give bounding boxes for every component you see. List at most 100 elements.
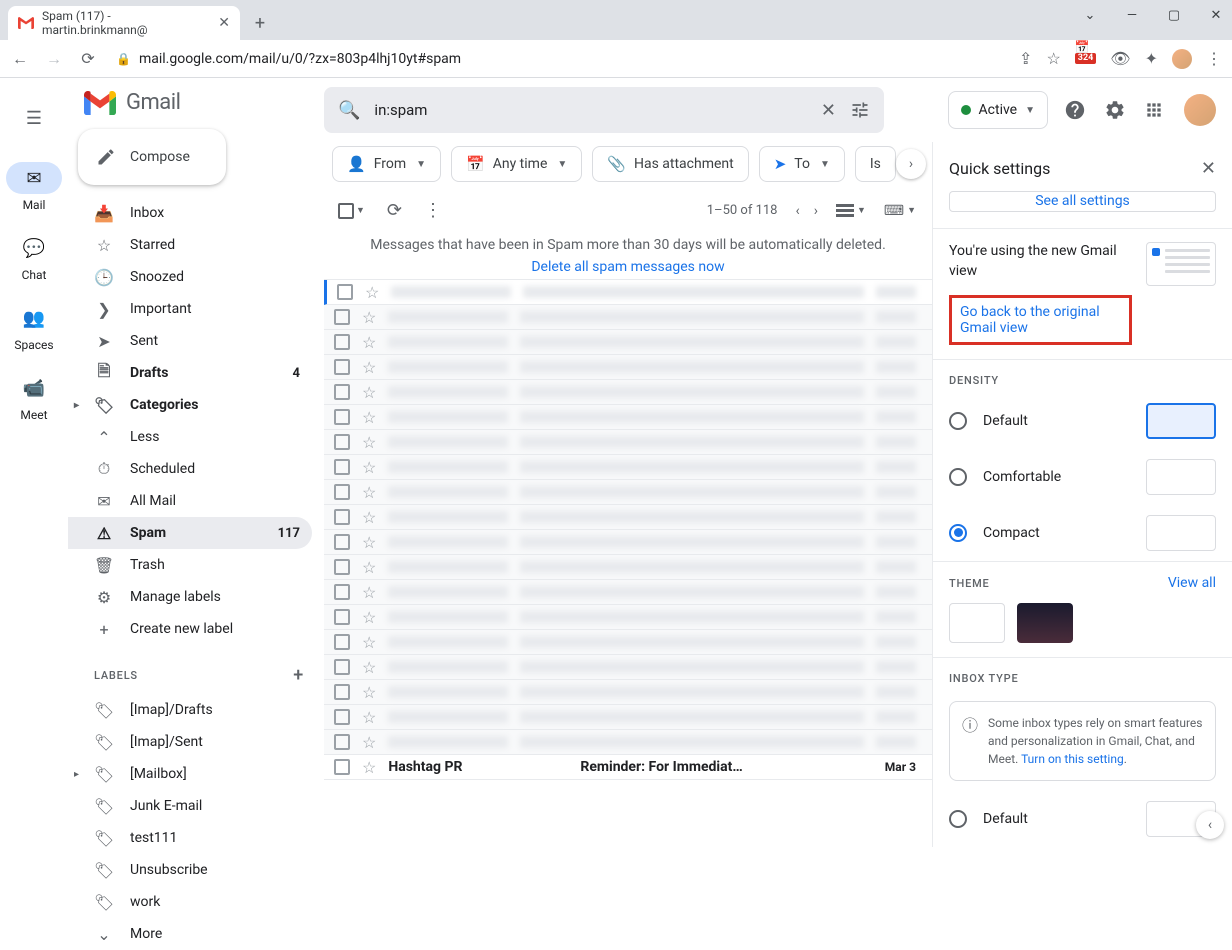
folder-starred[interactable]: ☆Starred — [68, 229, 312, 261]
eye-icon[interactable]: 👁 — [1110, 49, 1130, 68]
theme-view-all-link[interactable]: View all — [1168, 575, 1216, 591]
browser-menu-icon[interactable]: ⋮ — [1206, 49, 1222, 68]
refresh-icon[interactable]: ⟳ — [387, 200, 402, 221]
star-icon[interactable]: ☆ — [362, 333, 376, 352]
star-icon[interactable]: ☆ — [362, 408, 376, 427]
label-unsubscribe[interactable]: 🏷Unsubscribe — [68, 854, 312, 886]
star-icon[interactable]: ☆ — [362, 483, 376, 502]
message-row[interactable]: ☆ — [324, 405, 932, 430]
star-icon[interactable]: ☆ — [362, 558, 376, 577]
folder-spam[interactable]: ⚠Spam117 — [68, 517, 312, 549]
label-junk-e-mail[interactable]: 🏷Junk E-mail — [68, 790, 312, 822]
folder-trash[interactable]: 🗑Trash — [68, 549, 312, 581]
row-checkbox[interactable] — [334, 634, 350, 650]
row-checkbox[interactable] — [334, 734, 350, 750]
row-checkbox[interactable] — [334, 459, 350, 475]
label--imap-drafts[interactable]: 🏷[Imap]/Drafts — [68, 694, 312, 726]
turn-on-setting-link[interactable]: Turn on this setting — [1021, 752, 1124, 766]
clear-search-icon[interactable]: ✕ — [821, 100, 836, 121]
rail-item-meet[interactable]: 📹 Meet — [0, 366, 68, 428]
message-row[interactable]: ☆ — [324, 305, 932, 330]
row-checkbox[interactable] — [334, 334, 350, 350]
see-all-settings-button[interactable]: See all settings — [949, 191, 1216, 212]
inbox-type-default[interactable]: Default — [933, 791, 1232, 847]
tab-close-icon[interactable]: ✕ — [218, 15, 230, 31]
status-chip[interactable]: Active ▼ — [948, 91, 1048, 129]
apps-grid-icon[interactable] — [1144, 100, 1168, 120]
search-input[interactable] — [374, 101, 806, 119]
row-checkbox[interactable] — [334, 384, 350, 400]
folder-less[interactable]: ⌃Less — [68, 421, 312, 453]
density-default[interactable]: Default — [933, 393, 1232, 449]
window-minimize-icon[interactable]: — — [1122, 8, 1142, 23]
bookmark-star-icon[interactable]: ☆ — [1046, 49, 1060, 68]
message-row[interactable]: ☆ — [324, 680, 932, 705]
density-compact[interactable]: Compact — [933, 505, 1232, 561]
star-icon[interactable]: ☆ — [365, 283, 379, 302]
window-close-icon[interactable]: ✕ — [1206, 8, 1226, 23]
address-bar[interactable]: 🔒 mail.google.com/mail/u/0/?zx=803p4lhj1… — [112, 51, 1005, 67]
folder-all-mail[interactable]: ✉All Mail — [68, 485, 312, 517]
message-row[interactable]: ☆ — [324, 555, 932, 580]
star-icon[interactable]: ☆ — [362, 308, 376, 327]
label-test111[interactable]: 🏷test111 — [68, 822, 312, 854]
message-row[interactable]: ☆ — [324, 355, 932, 380]
row-checkbox[interactable] — [334, 584, 350, 600]
rail-item-chat[interactable]: 💬 Chat — [0, 226, 68, 288]
row-checkbox[interactable] — [334, 484, 350, 500]
search-options-icon[interactable] — [850, 100, 870, 120]
message-row[interactable]: ☆ — [324, 630, 932, 655]
window-maximize-icon[interactable]: ▢ — [1164, 8, 1184, 23]
label-work[interactable]: 🏷work — [68, 886, 312, 918]
message-row[interactable]: ☆ — [324, 530, 932, 555]
nav-back-icon[interactable]: ← — [10, 49, 30, 69]
star-icon[interactable]: ☆ — [362, 583, 376, 602]
message-row[interactable]: ☆ — [324, 280, 932, 305]
density-comfortable[interactable]: Comfortable — [933, 449, 1232, 505]
star-icon[interactable]: ☆ — [362, 733, 376, 752]
select-all-checkbox[interactable]: ▼ — [338, 203, 365, 219]
row-checkbox[interactable] — [334, 609, 350, 625]
split-pane-icon[interactable]: ▼ — [836, 204, 866, 218]
rail-item-spaces[interactable]: 👥 Spaces — [0, 296, 68, 358]
message-row[interactable]: ☆ — [324, 705, 932, 730]
page-prev-icon[interactable]: ‹ — [796, 203, 800, 219]
folder-important[interactable]: ❯Important — [68, 293, 312, 325]
folder-create-new-label[interactable]: +Create new label — [68, 613, 312, 645]
message-row[interactable]: ☆ — [324, 580, 932, 605]
message-row[interactable]: ☆ — [324, 505, 932, 530]
message-row[interactable]: ☆Hashtag PRReminder: For Immediat…Mar 3 — [324, 755, 932, 780]
window-dropdown-icon[interactable]: ⌄ — [1080, 8, 1100, 23]
star-icon[interactable]: ☆ — [362, 683, 376, 702]
label--imap-sent[interactable]: 🏷[Imap]/Sent — [68, 726, 312, 758]
chips-scroll-right-icon[interactable]: › — [896, 149, 926, 179]
folder-drafts[interactable]: 🗎Drafts4 — [68, 357, 312, 389]
nav-reload-icon[interactable]: ⟳ — [78, 49, 98, 68]
label--mailbox-[interactable]: ▸🏷[Mailbox] — [68, 758, 312, 790]
star-icon[interactable]: ☆ — [362, 433, 376, 452]
filter-chip-from[interactable]: 👤From▼ — [332, 146, 441, 182]
input-tools-icon[interactable]: ⌨▼ — [884, 203, 916, 219]
browser-tab[interactable]: Spam (117) - martin.brinkmann@ ✕ — [8, 6, 240, 40]
filter-chip-to[interactable]: ➤To▼ — [759, 146, 845, 182]
folder-sent[interactable]: ➤Sent — [68, 325, 312, 357]
folder-categories[interactable]: ▸🏷Categories — [68, 389, 312, 421]
folder-manage-labels[interactable]: ⚙Manage labels — [68, 581, 312, 613]
profile-avatar-icon[interactable] — [1172, 49, 1192, 69]
message-row[interactable]: ☆ — [324, 480, 932, 505]
rail-item-mail[interactable]: ✉ Mail — [0, 156, 68, 218]
star-icon[interactable]: ☆ — [362, 708, 376, 727]
filter-chip-any-time[interactable]: 📅Any time▼ — [451, 146, 582, 182]
row-checkbox[interactable] — [334, 534, 350, 550]
star-icon[interactable]: ☆ — [362, 608, 376, 627]
star-icon[interactable]: ☆ — [362, 358, 376, 377]
row-checkbox[interactable] — [334, 434, 350, 450]
go-back-original-view-link[interactable]: Go back to the original Gmail view — [949, 295, 1132, 345]
message-row[interactable]: ☆ — [324, 730, 932, 755]
message-row[interactable]: ☆ — [324, 430, 932, 455]
delete-all-spam-link[interactable]: Delete all spam messages now — [324, 259, 932, 275]
folder-scheduled[interactable]: ⏱Scheduled — [68, 453, 312, 485]
row-checkbox[interactable] — [334, 359, 350, 375]
message-row[interactable]: ☆ — [324, 330, 932, 355]
extensions-icon[interactable]: ✦ — [1145, 49, 1158, 68]
